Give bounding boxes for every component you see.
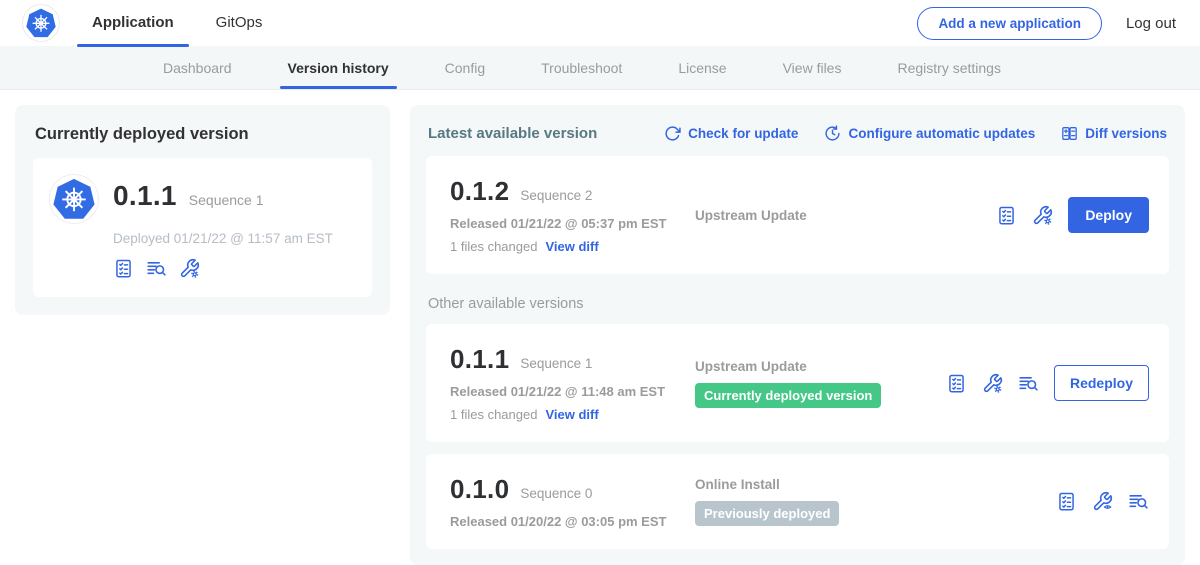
deploy-logs-icon[interactable] bbox=[1128, 491, 1149, 512]
redeploy-button[interactable]: Redeploy bbox=[1054, 365, 1149, 401]
latest-available-title: Latest available version bbox=[428, 125, 597, 142]
kubernetes-logo bbox=[22, 4, 60, 42]
logout-link[interactable]: Log out bbox=[1126, 15, 1176, 32]
app-subnav: Dashboard Version history Config Trouble… bbox=[0, 46, 1200, 90]
version-history-page: Currently deployed version 0.1.1 Sequenc… bbox=[0, 90, 1200, 565]
preflight-checks-icon[interactable] bbox=[113, 258, 134, 279]
sequence-label: Sequence 2 bbox=[520, 188, 592, 203]
version-source-label: Upstream Update bbox=[695, 208, 996, 223]
version-row-0-1-1: 0.1.1 Sequence 1 Released 01/21/22 @ 11:… bbox=[426, 324, 1169, 442]
released-timestamp: Released 01/21/22 @ 05:37 pm EST bbox=[450, 216, 695, 231]
files-changed-label: 1 files changed bbox=[450, 407, 537, 422]
edit-config-icon[interactable] bbox=[982, 373, 1003, 394]
diff-versions-link[interactable]: Diff versions bbox=[1061, 125, 1167, 142]
subnav-tab-license[interactable]: License bbox=[678, 46, 726, 89]
version-number: 0.1.1 bbox=[450, 344, 509, 375]
configure-automatic-updates-link[interactable]: Configure automatic updates bbox=[824, 125, 1035, 142]
preflight-checks-icon[interactable] bbox=[946, 373, 967, 394]
deployed-version-card: 0.1.1 Sequence 1 Deployed 01/21/22 @ 11:… bbox=[33, 158, 372, 297]
subnav-tab-troubleshoot[interactable]: Troubleshoot bbox=[541, 46, 622, 89]
version-source-label: Upstream Update bbox=[695, 359, 946, 374]
subnav-tab-dashboard[interactable]: Dashboard bbox=[163, 46, 232, 89]
top-header: Application GitOps Add a new application… bbox=[0, 0, 1200, 46]
view-config-icon[interactable] bbox=[1092, 491, 1113, 512]
subnav-tab-config[interactable]: Config bbox=[445, 46, 485, 89]
deployed-timestamp: Deployed 01/21/22 @ 11:57 am EST bbox=[113, 231, 356, 246]
view-diff-link[interactable]: View diff bbox=[545, 239, 598, 254]
released-timestamp: Released 01/21/22 @ 11:48 am EST bbox=[450, 384, 695, 399]
preflight-checks-icon[interactable] bbox=[1056, 491, 1077, 512]
version-source-label: Online Install bbox=[695, 477, 1056, 492]
currently-deployed-panel: Currently deployed version 0.1.1 Sequenc… bbox=[15, 105, 390, 315]
configure-automatic-updates-label: Configure automatic updates bbox=[848, 126, 1035, 141]
diff-versions-label: Diff versions bbox=[1085, 126, 1167, 141]
diff-icon bbox=[1061, 125, 1078, 142]
edit-config-icon[interactable] bbox=[1032, 205, 1053, 226]
sequence-label: Sequence 0 bbox=[520, 486, 592, 501]
app-icon bbox=[49, 174, 99, 224]
deployed-sequence-label: Sequence 1 bbox=[189, 192, 264, 208]
currently-deployed-badge: Currently deployed version bbox=[695, 383, 881, 408]
edit-config-icon[interactable] bbox=[179, 258, 200, 279]
other-versions-title: Other available versions bbox=[428, 296, 1167, 312]
tab-gitops[interactable]: GitOps bbox=[216, 0, 263, 46]
check-for-update-label: Check for update bbox=[688, 126, 798, 141]
deploy-logs-icon[interactable] bbox=[146, 258, 167, 279]
add-application-button[interactable]: Add a new application bbox=[917, 7, 1102, 40]
deploy-logs-icon[interactable] bbox=[1018, 373, 1039, 394]
view-diff-link[interactable]: View diff bbox=[545, 407, 598, 422]
released-timestamp: Released 01/20/22 @ 03:05 pm EST bbox=[450, 514, 695, 529]
files-changed-label: 1 files changed bbox=[450, 239, 537, 254]
version-number: 0.1.2 bbox=[450, 176, 509, 207]
subnav-tab-view-files[interactable]: View files bbox=[783, 46, 842, 89]
check-for-update-link[interactable]: Check for update bbox=[664, 125, 798, 142]
subnav-tab-version-history[interactable]: Version history bbox=[288, 46, 389, 89]
version-row-0-1-0: 0.1.0 Sequence 0 Released 01/20/22 @ 03:… bbox=[426, 454, 1169, 549]
tab-application[interactable]: Application bbox=[92, 0, 174, 46]
preflight-checks-icon[interactable] bbox=[996, 205, 1017, 226]
available-versions-panel: Latest available version Check for updat… bbox=[410, 105, 1185, 565]
previously-deployed-badge: Previously deployed bbox=[695, 501, 839, 526]
refresh-icon bbox=[664, 125, 681, 142]
version-number: 0.1.0 bbox=[450, 474, 509, 505]
version-row-0-1-2: 0.1.2 Sequence 2 Released 01/21/22 @ 05:… bbox=[426, 156, 1169, 274]
sequence-label: Sequence 1 bbox=[520, 356, 592, 371]
deploy-button[interactable]: Deploy bbox=[1068, 197, 1149, 233]
subnav-tab-registry-settings[interactable]: Registry settings bbox=[897, 46, 1000, 89]
deployed-version-number: 0.1.1 bbox=[113, 180, 177, 212]
schedule-icon bbox=[824, 125, 841, 142]
currently-deployed-title: Currently deployed version bbox=[35, 125, 372, 144]
